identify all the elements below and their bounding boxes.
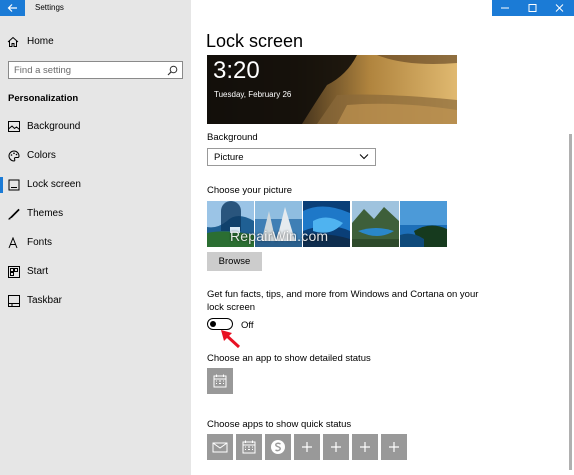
watermark-text: RepairWin.com	[230, 228, 329, 244]
sidebar-item-start[interactable]: Start	[0, 261, 191, 283]
background-label: Background	[207, 132, 258, 143]
plus-icon	[389, 442, 399, 452]
fun-facts-label: Get fun facts, tips, and more from Windo…	[207, 289, 479, 300]
choose-picture-label: Choose your picture	[207, 185, 293, 196]
font-icon	[8, 237, 18, 249]
quick-status-skype-tile[interactable]	[265, 434, 291, 460]
scrollbar[interactable]	[569, 134, 572, 470]
sidebar-item-taskbar[interactable]: Taskbar	[0, 290, 191, 312]
minimize-button[interactable]	[492, 0, 519, 16]
start-icon	[8, 266, 20, 278]
section-heading: Personalization	[8, 93, 79, 104]
search-icon[interactable]	[167, 65, 178, 76]
search-input[interactable]	[14, 64, 164, 76]
sidebar-item-colors[interactable]: Colors	[0, 145, 191, 167]
plus-icon	[331, 442, 341, 452]
close-button[interactable]	[546, 0, 573, 16]
lock-screen-preview: 3:20 Tuesday, February 26	[207, 55, 457, 124]
calendar-icon	[213, 374, 227, 388]
lock-screen-icon	[8, 179, 20, 191]
titlebar: Settings	[0, 0, 191, 16]
sidebar-item-label: Lock screen	[27, 179, 81, 190]
quick-status-mail-tile[interactable]	[207, 434, 233, 460]
sidebar-item-label: Themes	[27, 208, 64, 219]
plus-icon	[360, 442, 370, 452]
fun-facts-label-continued: lock screen	[207, 302, 256, 313]
skype-icon	[271, 440, 285, 454]
background-dropdown[interactable]: Picture	[207, 148, 376, 166]
sidebar-item-label: Fonts	[27, 237, 53, 248]
sidebar-item-label: Taskbar	[27, 295, 63, 306]
picture-thumbnail-5[interactable]	[400, 201, 447, 247]
page-title: Lock screen	[206, 31, 304, 51]
mail-icon	[212, 442, 228, 453]
search-box[interactable]	[8, 61, 183, 79]
sidebar-item-background[interactable]: Background	[0, 116, 191, 138]
thumbnail-image	[352, 201, 399, 247]
selection-indicator	[0, 177, 3, 193]
picture-icon	[8, 121, 20, 132]
back-arrow-icon	[7, 4, 17, 12]
detailed-status-calendar-tile[interactable]	[207, 368, 233, 394]
taskbar-icon	[8, 295, 20, 307]
quick-status-label: Choose apps to show quick status	[207, 419, 352, 430]
back-button[interactable]	[0, 0, 25, 16]
picture-thumbnail-4[interactable]	[352, 201, 399, 247]
sidebar-home-label: Home	[27, 36, 54, 47]
plus-icon	[302, 442, 312, 452]
maximize-button[interactable]	[519, 0, 546, 16]
maximize-icon	[528, 4, 537, 12]
close-icon	[555, 4, 564, 12]
chevron-down-icon	[359, 154, 369, 160]
red-arrow-icon	[221, 330, 241, 349]
preview-time: 3:20	[213, 57, 260, 84]
home-icon	[7, 36, 19, 47]
thumbnail-image	[400, 201, 447, 247]
preview-date: Tuesday, February 26	[214, 90, 292, 99]
detailed-status-label: Choose an app to show detailed status	[207, 353, 371, 364]
calendar-icon	[242, 440, 256, 454]
sidebar-home[interactable]: Home	[0, 32, 191, 52]
toggle-state-label: Off	[241, 320, 254, 331]
minimize-icon	[501, 7, 509, 9]
app-title: Settings	[35, 3, 64, 12]
sidebar-item-label: Start	[27, 266, 49, 277]
sidebar-item-fonts[interactable]: Fonts	[0, 232, 191, 254]
window-controls	[492, 0, 574, 16]
palette-icon	[8, 150, 20, 162]
sidebar-item-themes[interactable]: Themes	[0, 203, 191, 225]
brush-icon	[8, 208, 20, 220]
quick-status-add-tile-1[interactable]	[294, 434, 320, 460]
quick-status-calendar-tile[interactable]	[236, 434, 262, 460]
quick-status-add-tile-4[interactable]	[381, 434, 407, 460]
quick-status-add-tile-3[interactable]	[352, 434, 378, 460]
quick-status-add-tile-2[interactable]	[323, 434, 349, 460]
sidebar-item-label: Colors	[27, 150, 56, 161]
toggle-knob	[210, 320, 216, 327]
browse-button[interactable]: Browse	[207, 252, 262, 271]
background-dropdown-value: Picture	[214, 152, 244, 163]
sidebar-item-label: Background	[27, 121, 81, 132]
sidebar: Settings Home Personalization Background…	[0, 0, 191, 475]
sidebar-item-lock-screen[interactable]: Lock screen	[0, 174, 191, 196]
